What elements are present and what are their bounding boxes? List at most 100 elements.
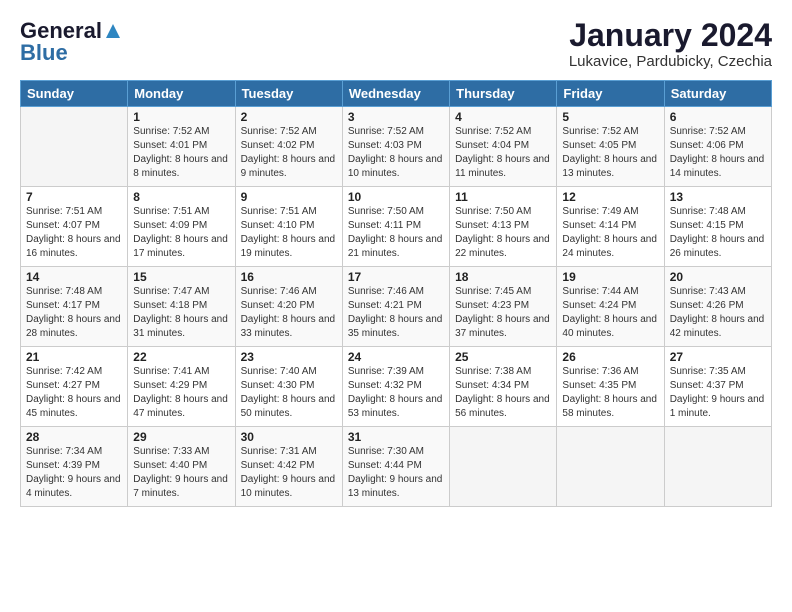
day-info: Sunrise: 7:34 AMSunset: 4:39 PMDaylight:… [26, 445, 122, 501]
day-number: 24 [348, 350, 444, 364]
day-cell: 17Sunrise: 7:46 AMSunset: 4:21 PMDayligh… [342, 267, 449, 347]
day-cell: 27Sunrise: 7:35 AMSunset: 4:37 PMDayligh… [664, 347, 771, 427]
day-number: 4 [455, 110, 551, 124]
day-number: 23 [241, 350, 337, 364]
day-info: Sunrise: 7:52 AMSunset: 4:04 PMDaylight:… [455, 125, 551, 181]
day-cell: 2Sunrise: 7:52 AMSunset: 4:02 PMDaylight… [235, 107, 342, 187]
day-cell [450, 427, 557, 507]
day-info: Sunrise: 7:51 AMSunset: 4:07 PMDaylight:… [26, 205, 122, 261]
day-number: 16 [241, 270, 337, 284]
day-cell: 13Sunrise: 7:48 AMSunset: 4:15 PMDayligh… [664, 187, 771, 267]
day-cell: 31Sunrise: 7:30 AMSunset: 4:44 PMDayligh… [342, 427, 449, 507]
week-row-3: 21Sunrise: 7:42 AMSunset: 4:27 PMDayligh… [21, 347, 772, 427]
logo: General Blue [20, 18, 122, 64]
day-header-friday: Friday [557, 81, 664, 107]
day-cell: 20Sunrise: 7:43 AMSunset: 4:26 PMDayligh… [664, 267, 771, 347]
header-row: SundayMondayTuesdayWednesdayThursdayFrid… [21, 81, 772, 107]
header: General Blue January 2024 Lukavice, Pard… [20, 18, 772, 70]
day-info: Sunrise: 7:31 AMSunset: 4:42 PMDaylight:… [241, 445, 337, 501]
day-cell: 22Sunrise: 7:41 AMSunset: 4:29 PMDayligh… [128, 347, 235, 427]
day-number: 21 [26, 350, 122, 364]
day-cell: 7Sunrise: 7:51 AMSunset: 4:07 PMDaylight… [21, 187, 128, 267]
day-number: 3 [348, 110, 444, 124]
day-info: Sunrise: 7:30 AMSunset: 4:44 PMDaylight:… [348, 445, 444, 501]
day-header-tuesday: Tuesday [235, 81, 342, 107]
day-cell: 15Sunrise: 7:47 AMSunset: 4:18 PMDayligh… [128, 267, 235, 347]
day-info: Sunrise: 7:52 AMSunset: 4:03 PMDaylight:… [348, 125, 444, 181]
day-cell: 5Sunrise: 7:52 AMSunset: 4:05 PMDaylight… [557, 107, 664, 187]
day-info: Sunrise: 7:50 AMSunset: 4:13 PMDaylight:… [455, 205, 551, 261]
day-cell [664, 427, 771, 507]
day-cell: 9Sunrise: 7:51 AMSunset: 4:10 PMDaylight… [235, 187, 342, 267]
location: Lukavice, Pardubicky, Czechia [569, 53, 772, 70]
logo-triangle-icon [106, 18, 120, 44]
day-info: Sunrise: 7:46 AMSunset: 4:20 PMDaylight:… [241, 285, 337, 341]
week-row-1: 7Sunrise: 7:51 AMSunset: 4:07 PMDaylight… [21, 187, 772, 267]
day-number: 30 [241, 430, 337, 444]
day-info: Sunrise: 7:48 AMSunset: 4:17 PMDaylight:… [26, 285, 122, 341]
day-info: Sunrise: 7:38 AMSunset: 4:34 PMDaylight:… [455, 365, 551, 421]
day-cell: 3Sunrise: 7:52 AMSunset: 4:03 PMDaylight… [342, 107, 449, 187]
day-info: Sunrise: 7:52 AMSunset: 4:02 PMDaylight:… [241, 125, 337, 181]
day-number: 13 [670, 190, 766, 204]
day-cell: 8Sunrise: 7:51 AMSunset: 4:09 PMDaylight… [128, 187, 235, 267]
week-row-4: 28Sunrise: 7:34 AMSunset: 4:39 PMDayligh… [21, 427, 772, 507]
day-cell: 18Sunrise: 7:45 AMSunset: 4:23 PMDayligh… [450, 267, 557, 347]
day-info: Sunrise: 7:52 AMSunset: 4:01 PMDaylight:… [133, 125, 229, 181]
day-info: Sunrise: 7:49 AMSunset: 4:14 PMDaylight:… [562, 205, 658, 261]
day-info: Sunrise: 7:36 AMSunset: 4:35 PMDaylight:… [562, 365, 658, 421]
day-cell: 12Sunrise: 7:49 AMSunset: 4:14 PMDayligh… [557, 187, 664, 267]
day-info: Sunrise: 7:46 AMSunset: 4:21 PMDaylight:… [348, 285, 444, 341]
day-info: Sunrise: 7:51 AMSunset: 4:09 PMDaylight:… [133, 205, 229, 261]
day-number: 17 [348, 270, 444, 284]
day-info: Sunrise: 7:40 AMSunset: 4:30 PMDaylight:… [241, 365, 337, 421]
day-number: 6 [670, 110, 766, 124]
day-cell: 11Sunrise: 7:50 AMSunset: 4:13 PMDayligh… [450, 187, 557, 267]
day-info: Sunrise: 7:35 AMSunset: 4:37 PMDaylight:… [670, 365, 766, 421]
day-cell: 1Sunrise: 7:52 AMSunset: 4:01 PMDaylight… [128, 107, 235, 187]
day-header-thursday: Thursday [450, 81, 557, 107]
day-number: 19 [562, 270, 658, 284]
day-info: Sunrise: 7:43 AMSunset: 4:26 PMDaylight:… [670, 285, 766, 341]
day-number: 31 [348, 430, 444, 444]
day-cell: 19Sunrise: 7:44 AMSunset: 4:24 PMDayligh… [557, 267, 664, 347]
day-number: 10 [348, 190, 444, 204]
day-header-saturday: Saturday [664, 81, 771, 107]
month-title: January 2024 [569, 18, 772, 53]
day-number: 8 [133, 190, 229, 204]
day-header-sunday: Sunday [21, 81, 128, 107]
day-cell: 25Sunrise: 7:38 AMSunset: 4:34 PMDayligh… [450, 347, 557, 427]
day-number: 5 [562, 110, 658, 124]
day-info: Sunrise: 7:44 AMSunset: 4:24 PMDaylight:… [562, 285, 658, 341]
day-number: 27 [670, 350, 766, 364]
day-cell: 6Sunrise: 7:52 AMSunset: 4:06 PMDaylight… [664, 107, 771, 187]
day-cell [557, 427, 664, 507]
day-info: Sunrise: 7:45 AMSunset: 4:23 PMDaylight:… [455, 285, 551, 341]
day-cell: 28Sunrise: 7:34 AMSunset: 4:39 PMDayligh… [21, 427, 128, 507]
day-number: 15 [133, 270, 229, 284]
day-number: 18 [455, 270, 551, 284]
day-number: 7 [26, 190, 122, 204]
day-number: 11 [455, 190, 551, 204]
day-number: 29 [133, 430, 229, 444]
day-cell: 14Sunrise: 7:48 AMSunset: 4:17 PMDayligh… [21, 267, 128, 347]
day-info: Sunrise: 7:39 AMSunset: 4:32 PMDaylight:… [348, 365, 444, 421]
day-number: 22 [133, 350, 229, 364]
day-number: 9 [241, 190, 337, 204]
day-info: Sunrise: 7:42 AMSunset: 4:27 PMDaylight:… [26, 365, 122, 421]
day-number: 14 [26, 270, 122, 284]
day-cell: 30Sunrise: 7:31 AMSunset: 4:42 PMDayligh… [235, 427, 342, 507]
day-cell: 21Sunrise: 7:42 AMSunset: 4:27 PMDayligh… [21, 347, 128, 427]
week-row-0: 1Sunrise: 7:52 AMSunset: 4:01 PMDaylight… [21, 107, 772, 187]
day-info: Sunrise: 7:33 AMSunset: 4:40 PMDaylight:… [133, 445, 229, 501]
day-header-monday: Monday [128, 81, 235, 107]
main-container: General Blue January 2024 Lukavice, Pard… [0, 0, 792, 517]
day-number: 26 [562, 350, 658, 364]
day-info: Sunrise: 7:50 AMSunset: 4:11 PMDaylight:… [348, 205, 444, 261]
day-cell: 16Sunrise: 7:46 AMSunset: 4:20 PMDayligh… [235, 267, 342, 347]
day-number: 1 [133, 110, 229, 124]
day-info: Sunrise: 7:41 AMSunset: 4:29 PMDaylight:… [133, 365, 229, 421]
day-number: 28 [26, 430, 122, 444]
day-info: Sunrise: 7:47 AMSunset: 4:18 PMDaylight:… [133, 285, 229, 341]
title-area: January 2024 Lukavice, Pardubicky, Czech… [569, 18, 772, 70]
